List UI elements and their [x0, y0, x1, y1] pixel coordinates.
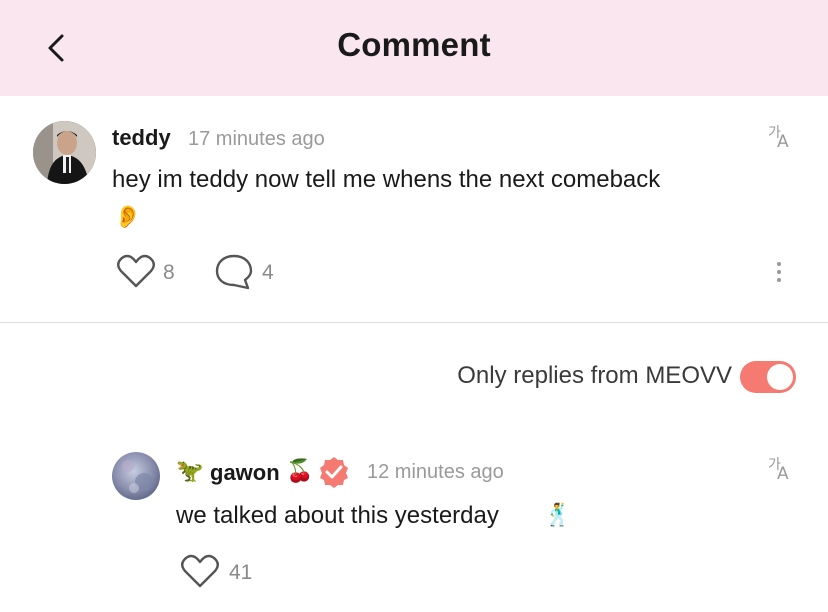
page-title: Comment	[337, 26, 491, 63]
reply-like-icon[interactable]	[180, 553, 220, 589]
toggle-knob	[767, 364, 793, 390]
comment-timestamp: 17 minutes ago	[188, 128, 325, 150]
translate-icon-latin: A	[777, 464, 789, 484]
dancer-emoji: 🕺	[544, 502, 572, 527]
reply-text: we talked about this yesterday	[176, 502, 499, 529]
filter-label: Only replies from MEOVV	[457, 362, 732, 389]
reply-count: 4	[262, 261, 274, 284]
avatar-image	[112, 452, 160, 500]
reply-translate-button[interactable]: 가 A	[764, 454, 798, 486]
like-count: 8	[163, 261, 175, 284]
translate-icon-latin: A	[777, 132, 789, 152]
reply-icon[interactable]	[214, 253, 254, 291]
like-icon[interactable]	[116, 253, 156, 289]
reply-timestamp: 12 minutes ago	[367, 461, 504, 483]
more-options-icon[interactable]	[774, 260, 784, 284]
artist-replies-toggle[interactable]	[740, 361, 796, 393]
cherry-emoji: 🍒	[286, 458, 314, 483]
reply-like-count: 41	[229, 561, 253, 584]
translate-button[interactable]: 가 A	[764, 122, 798, 154]
verified-badge-icon	[320, 457, 348, 488]
reply-username[interactable]: gawon	[210, 460, 280, 486]
reply-avatar[interactable]	[112, 452, 160, 500]
comment-text: hey im teddy now tell me whens the next …	[112, 166, 661, 193]
header-bar: Comment	[0, 0, 828, 96]
dinosaur-emoji: 🦖	[176, 458, 204, 483]
ear-emoji: 👂	[114, 204, 142, 229]
comment-username[interactable]: teddy	[112, 125, 171, 151]
avatar-image	[33, 121, 96, 184]
divider	[0, 322, 828, 323]
avatar[interactable]	[33, 121, 96, 184]
